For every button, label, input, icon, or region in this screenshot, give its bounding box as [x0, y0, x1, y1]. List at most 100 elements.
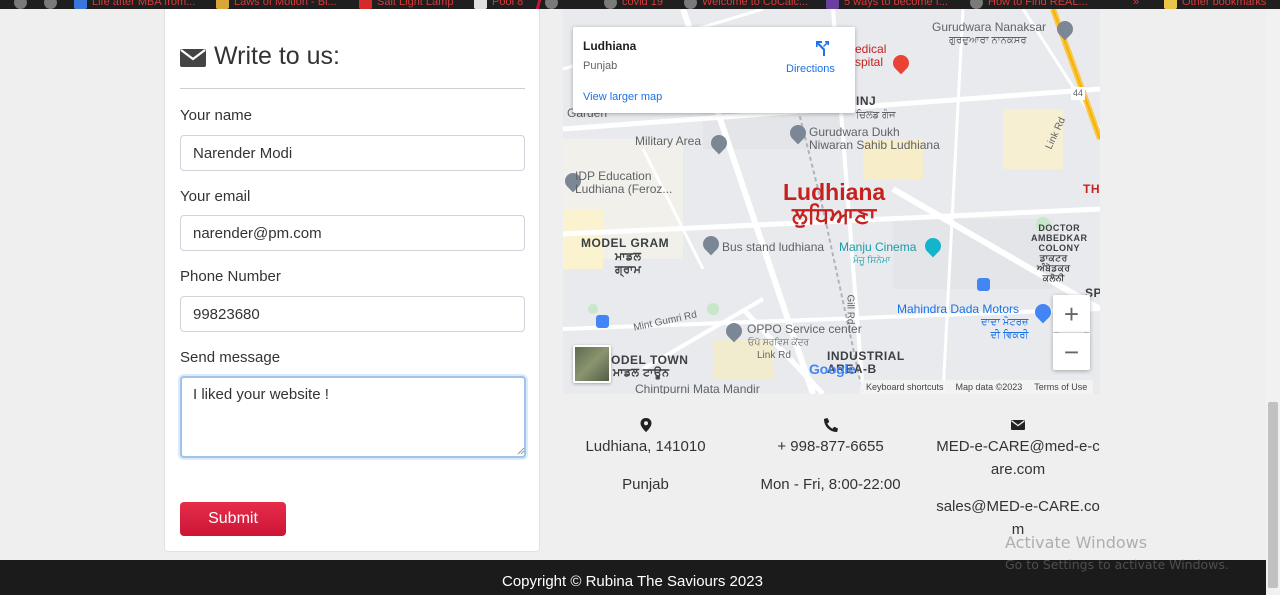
map-label-gill-rd: Gill Rd [844, 294, 856, 325]
phone-input[interactable] [180, 296, 525, 332]
message-label: Send message [180, 349, 281, 366]
map-label-manju-cinema: Manju Cinema [839, 240, 917, 254]
map-label-model-town: ODEL TOWN [611, 353, 689, 367]
map-label-gurudwara-nanaksar-pa: ਗੁਰਦੁਆਰਾ ਨਾਨਕਸਰ [949, 35, 1027, 46]
map-info-window: Ludhiana Punjab View larger map Directio… [573, 27, 855, 113]
bookmark-item[interactable] [14, 0, 32, 9]
zoom-in-button[interactable]: + [1053, 295, 1090, 332]
globe-icon [14, 0, 27, 9]
map-label-oppo: OPPO Service center [747, 322, 862, 336]
watermark-title: Activate Windows [1005, 533, 1148, 552]
email-input[interactable] [180, 215, 525, 251]
submit-button[interactable]: Submit [180, 502, 286, 536]
map-label-doctor-ambedkar: DOCTOR AMBEDKAR COLONY [1031, 223, 1088, 253]
map-label-medical-hospital: edical spital [855, 42, 887, 69]
bookmark-item[interactable]: Welcome to CoCalc... [684, 0, 808, 9]
bookmark-item[interactable]: How to Find REAL... [970, 0, 1088, 9]
phone-number: + 998-877-6655 [777, 438, 884, 455]
bookmark-item[interactable] [44, 0, 62, 9]
bookmark-divider [535, 0, 542, 9]
name-label: Your name [180, 107, 252, 124]
transit-icon[interactable] [977, 278, 990, 291]
map-attribution: Keyboard shortcuts Map data ©2023 Terms … [860, 380, 1094, 394]
resize-grip-icon[interactable] [517, 447, 525, 455]
scrollbar-thumb[interactable] [1268, 402, 1278, 588]
map-label-bus-stand: Bus stand ludhiana [722, 240, 825, 254]
map-label-gurudwara-dukh: Gurudwara Dukh Niwaran Sahib Ludhiana [809, 125, 940, 152]
phone-label: Phone Number [180, 268, 281, 285]
map-label-model-gram: MODEL GRAM [581, 236, 670, 250]
map-label-mahindra-pa: ਦਾਦਾ ਮੋਟਰਜ਼ ਦੀ ਵਿਕਰੀ [981, 317, 1029, 341]
zoom-out-button[interactable]: − [1053, 333, 1090, 370]
map-label-manju-cinema-pa: ਮੰਜੂ ਸਿਨੇਮਾ [853, 255, 891, 265]
bookmarks-overflow-button[interactable]: » [1133, 0, 1139, 9]
email-primary: MED-e-CARE@med-e-care.com [936, 438, 1100, 478]
page-icon [74, 0, 87, 9]
directions-link[interactable]: Directions [786, 63, 835, 75]
contact-email: MED-e-CARE@med-e-care.com sales@MED-e-CA… [935, 418, 1101, 541]
map-info-place: Ludhiana [583, 39, 637, 53]
globe-icon [44, 0, 57, 9]
map-label-military-area: Military Area [635, 134, 702, 148]
form-title: Write to us: [214, 42, 340, 70]
map-label-pa-small: ਚਿਲਡ ਗੰਜ [856, 110, 896, 121]
envelope-icon [180, 47, 206, 67]
contact-address: Ludhiana, 141010 Punjab [563, 418, 728, 496]
transit-icon[interactable] [596, 315, 609, 328]
map-label-oppo-pa: ਓਪੋ ਸਰਵਿਸ ਕੇਂਦਰ [748, 337, 810, 347]
address-line-1: Ludhiana, 141010 [585, 438, 706, 455]
map-label-th: TH [1083, 182, 1100, 196]
form-header: Write to us: [180, 42, 340, 71]
bookmark-item[interactable]: Salt Light Lamp [359, 0, 453, 9]
map-info-region: Punjab [583, 60, 618, 72]
windows-activation-watermark: Activate Windows Go to Settings to activ… [1005, 533, 1229, 572]
map-city-label: Ludhiana ਲੁਧਿਆਣਾ [783, 179, 886, 229]
bookmark-item[interactable] [545, 0, 563, 9]
bookmark-item[interactable]: covid 19 [604, 0, 663, 9]
satellite-toggle-thumbnail[interactable] [573, 345, 611, 383]
contact-phone: + 998-877-6655 Mon - Fri, 8:00-22:00 [748, 418, 913, 496]
map-label-idp: IDP Education Ludhiana (Feroz... [575, 169, 673, 196]
envelope-icon [1011, 420, 1025, 430]
globe-icon [545, 0, 558, 9]
map-marker-icon [640, 418, 651, 432]
map-label-model-town-pa: ਮਾਡਲ ਟਾਊਨ [613, 367, 670, 379]
bookmark-item-other[interactable]: Other bookmarks [1164, 0, 1266, 9]
keyboard-shortcuts-link[interactable]: Keyboard shortcuts [866, 382, 944, 392]
bookmark-item[interactable]: 5 ways to become f... [826, 0, 948, 9]
map-label-link-rd: Link Rd [757, 350, 791, 361]
sl-icon [359, 0, 372, 9]
globe-icon [684, 0, 697, 9]
message-textarea[interactable]: I liked your website ! [180, 376, 526, 458]
map-label-gurudwara-nanaksar: Gurudwara Nanaksar [932, 20, 1047, 34]
sl-icon [216, 0, 229, 9]
bookmark-item[interactable]: Life after MBA from... [74, 0, 195, 9]
mx-icon [826, 0, 839, 9]
page-icon [474, 0, 487, 9]
view-larger-map-link[interactable]: View larger map [583, 91, 662, 103]
globe-icon [970, 0, 983, 9]
map-label-chintpurni: Chintpurni Mata Mandir [635, 382, 760, 395]
business-hours: Mon - Fri, 8:00-22:00 [760, 476, 901, 493]
page-scrollbar[interactable] [1266, 9, 1280, 595]
map-label-inj: INJ [856, 94, 877, 108]
map-data-text: Map data ©2023 [955, 382, 1023, 392]
bookmark-item[interactable]: Pool 8 [474, 0, 523, 9]
google-map[interactable]: Gurudwara Nanaksar ਗੁਰਦੁਆਰਾ ਨਾਨਕਸਰ edica… [563, 9, 1100, 394]
map-label-model-gram-pa: ਮਾਡਲ ਗ੍ਰਾਮ [615, 251, 642, 276]
address-line-2: Punjab [622, 476, 669, 493]
watermark-subtitle: Go to Settings to activate Windows. [1005, 557, 1229, 572]
map-label-mahindra: Mahindra Dada Motors [897, 302, 1020, 316]
title-divider [180, 88, 525, 89]
copyright-text: Copyright © Rubina The Saviours 2023 [502, 573, 763, 590]
terms-of-use-link[interactable]: Terms of Use [1034, 382, 1087, 392]
highway-44-badge: 44 [1071, 87, 1086, 100]
directions-icon[interactable] [813, 39, 831, 57]
phone-icon [823, 418, 838, 432]
map-label-doctor-ambedkar-pa: ਡਾਕਟਰ ਅੰਬੇਡਕਰ ਕਲੋਨੀ [1037, 253, 1071, 283]
bookmark-item[interactable]: Laws of Motion - Bi... [216, 0, 337, 9]
name-input[interactable] [180, 135, 525, 171]
google-logo: Google [809, 361, 856, 377]
bookmarks-bar: Life after MBA from... Laws of Motion - … [0, 0, 1280, 9]
email-label: Your email [180, 188, 251, 205]
